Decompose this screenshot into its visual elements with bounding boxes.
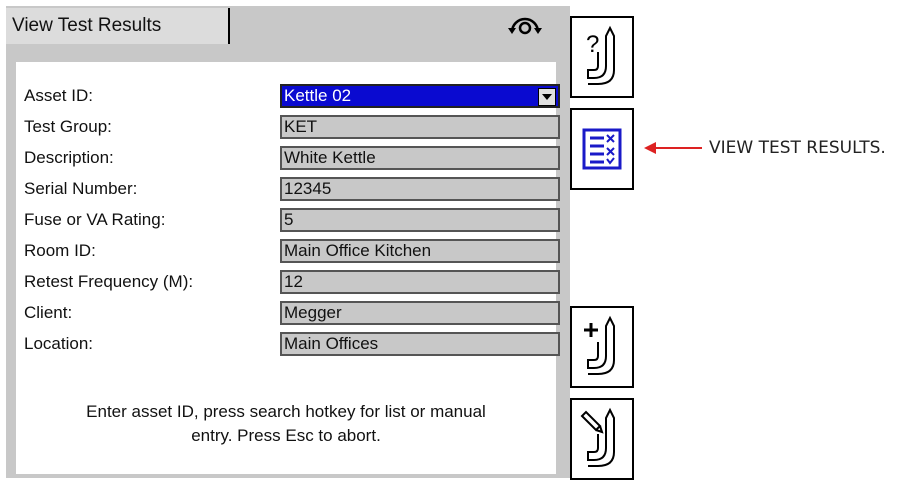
help-probe-icon: ?	[586, 25, 615, 85]
row-serial-number: Serial Number: 12345	[24, 177, 560, 203]
asset-id-value: Kettle 02	[284, 86, 352, 105]
row-room-id: Room ID: Main Office Kitchen	[24, 239, 560, 265]
serial-number-field[interactable]: 12345	[280, 177, 560, 201]
form-area: Asset ID: Kettle 02 Test Group: KET Desc…	[16, 62, 560, 474]
help-line-1: Enter asset ID, press search hotkey for …	[86, 402, 486, 421]
row-retest-frequency: Retest Frequency (M): 12	[24, 270, 560, 296]
fuse-rating-label: Fuse or VA Rating:	[24, 210, 166, 229]
help-text: Enter asset ID, press search hotkey for …	[26, 400, 546, 448]
add-probe-icon	[584, 315, 615, 375]
client-field[interactable]: Megger	[280, 301, 560, 325]
edit-probe-icon	[580, 407, 615, 467]
description-label: Description:	[24, 148, 114, 167]
view-results-softkey[interactable]	[570, 108, 634, 190]
serial-number-label: Serial Number:	[24, 179, 138, 198]
retest-frequency-field[interactable]: 12	[280, 270, 560, 294]
device-screen: View Test Results Asset ID: Kettle 02 Te…	[0, 0, 918, 482]
chevron-down-icon[interactable]	[538, 88, 556, 106]
fuse-rating-field[interactable]: 5	[280, 208, 560, 232]
row-test-group: Test Group: KET	[24, 115, 560, 141]
room-id-label: Room ID:	[24, 241, 96, 260]
asset-id-select[interactable]: Kettle 02	[280, 84, 560, 108]
form-panel: Asset ID: Kettle 02 Test Group: KET Desc…	[6, 44, 566, 478]
test-group-field[interactable]: KET	[280, 115, 560, 139]
edit-softkey[interactable]	[570, 398, 634, 480]
retest-frequency-label: Retest Frequency (M):	[24, 272, 194, 291]
rotate-icon[interactable]	[506, 12, 544, 40]
help-softkey[interactable]: ?	[570, 16, 634, 98]
row-fuse-rating: Fuse or VA Rating: 5	[24, 208, 560, 234]
location-field[interactable]: Main Offices	[280, 332, 560, 356]
annotation-label: VIEW TEST RESULTS.	[709, 138, 886, 158]
help-line-2: entry. Press Esc to abort.	[191, 426, 381, 445]
row-asset-id: Asset ID: Kettle 02	[24, 84, 560, 110]
annotation-line	[646, 147, 702, 149]
tab-view-test-results[interactable]: View Test Results	[6, 8, 230, 44]
row-client: Client: Megger	[24, 301, 560, 327]
room-id-field[interactable]: Main Office Kitchen	[280, 239, 560, 263]
tab-bar: View Test Results	[6, 6, 566, 44]
add-softkey[interactable]	[570, 306, 634, 388]
view-results-icon	[582, 128, 622, 170]
description-field[interactable]: White Kettle	[280, 146, 560, 170]
location-label: Location:	[24, 334, 93, 353]
asset-id-label: Asset ID:	[24, 86, 93, 105]
client-label: Client:	[24, 303, 73, 322]
test-group-label: Test Group:	[24, 117, 112, 136]
row-location: Location: Main Offices	[24, 332, 560, 358]
row-description: Description: White Kettle	[24, 146, 560, 172]
